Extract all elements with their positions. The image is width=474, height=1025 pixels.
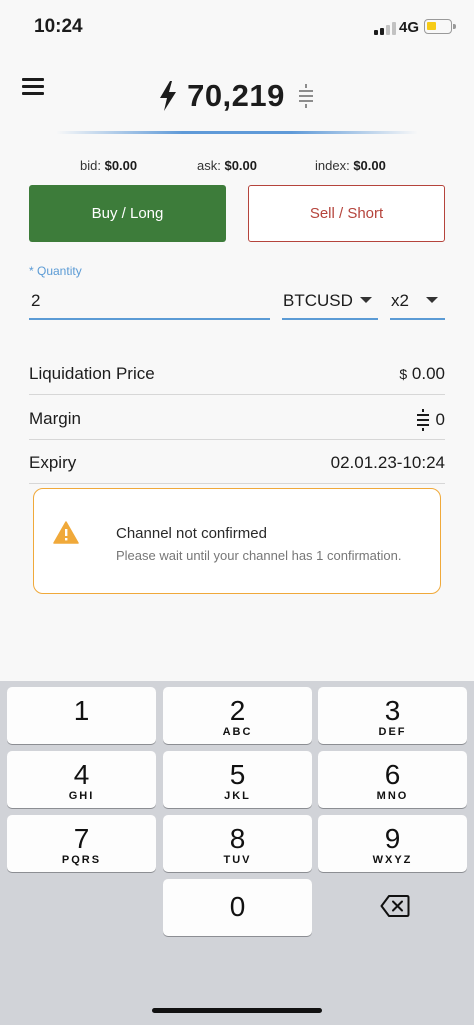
key-4[interactable]: 4 GHI — [7, 751, 156, 808]
index-price: index: $0.00 — [315, 158, 386, 173]
chevron-down-icon — [426, 297, 438, 303]
key-1[interactable]: 1 — [7, 687, 156, 744]
balance-amount: 70,219 — [187, 78, 285, 113]
liquidation-price-value: $ 0.00 — [399, 364, 445, 383]
network-type: 4G — [399, 19, 420, 36]
key-0[interactable]: 0 — [163, 879, 312, 936]
balance-underline — [56, 131, 418, 134]
status-bar: 10:24 4G — [0, 0, 474, 56]
warning-icon — [53, 521, 79, 544]
leverage-select[interactable]: x2 — [390, 280, 445, 320]
ask-price: ask: $0.00 — [197, 158, 258, 173]
sats-icon — [298, 84, 313, 108]
quantity-label: * Quantity — [29, 264, 82, 278]
key-3[interactable]: 3 DEF — [318, 687, 467, 744]
sats-icon — [416, 409, 429, 431]
liquidation-price-label: Liquidation Price — [29, 364, 155, 383]
expiry-label: Expiry — [29, 453, 77, 472]
battery-icon — [424, 19, 456, 34]
quantity-value: 2 — [31, 291, 41, 310]
bid-price: bid: $0.00 — [80, 158, 138, 173]
backspace-icon[interactable] — [380, 894, 410, 918]
sell-short-button[interactable]: Sell / Short — [248, 185, 445, 242]
key-7[interactable]: 7 PQRS — [7, 815, 156, 872]
margin-row: Margin 0 — [29, 396, 445, 440]
status-time: 10:24 — [34, 16, 83, 37]
margin-label: Margin — [29, 409, 81, 428]
liquidation-price-row: Liquidation Price $ 0.00 — [29, 351, 445, 395]
margin-value: 0 — [416, 409, 445, 431]
alert-message: Please wait until your channel has 1 con… — [116, 548, 402, 563]
home-indicator[interactable] — [152, 1008, 322, 1013]
key-2[interactable]: 2 ABC — [163, 687, 312, 744]
signal-strength-icon — [374, 22, 396, 35]
alert-title: Channel not confirmed — [116, 525, 267, 542]
buy-long-button[interactable]: Buy / Long — [29, 185, 226, 242]
leverage-value: x2 — [391, 291, 409, 310]
lightning-bolt-icon — [160, 81, 177, 111]
key-9[interactable]: 9 WXYZ — [318, 815, 467, 872]
quantity-input[interactable]: 2 — [29, 280, 270, 320]
chevron-down-icon — [360, 297, 372, 303]
key-8[interactable]: 8 TUV — [163, 815, 312, 872]
contract-value: BTCUSD — [283, 291, 353, 310]
contract-select[interactable]: BTCUSD — [282, 280, 378, 320]
key-6[interactable]: 6 MNO — [318, 751, 467, 808]
key-5[interactable]: 5 JKL — [163, 751, 312, 808]
channel-alert: Channel not confirmed Please wait until … — [33, 488, 441, 594]
expiry-row: Expiry 02.01.23-10:24 — [29, 440, 445, 484]
expiry-value: 02.01.23-10:24 — [330, 453, 445, 472]
balance-display: 70,219 — [0, 76, 474, 116]
